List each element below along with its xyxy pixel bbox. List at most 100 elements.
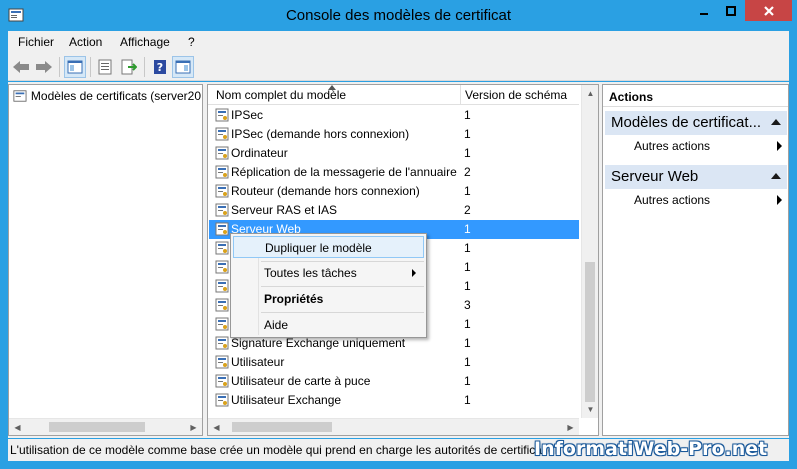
help-button[interactable]: ? xyxy=(149,56,171,78)
back-button[interactable] xyxy=(10,56,32,78)
scroll-down-arrow-icon[interactable]: ▼ xyxy=(582,401,599,418)
certificate-template-icon xyxy=(215,108,229,122)
table-row[interactable]: IPSec (demande hors connexion) 1 xyxy=(209,125,579,144)
scroll-right-arrow-icon[interactable]: ▶ xyxy=(185,419,202,436)
actions-pane-icon xyxy=(175,60,191,74)
template-name: Ordinateur xyxy=(231,146,288,160)
context-item-duplicate-template[interactable]: Dupliquer le modèle xyxy=(233,236,424,258)
show-hide-tree-button[interactable] xyxy=(64,56,86,78)
tree-item-root[interactable]: Modèles de certificats (server20 xyxy=(13,89,201,103)
context-menu-separator xyxy=(261,312,424,313)
template-name: Routeur (demande hors connexion) xyxy=(231,184,420,198)
table-row[interactable]: IPSec 1 xyxy=(209,106,579,125)
template-name: Serveur RAS et IAS xyxy=(231,203,338,217)
column-header-version[interactable]: Version de schéma xyxy=(465,88,567,102)
certificate-template-icon xyxy=(215,393,229,407)
certificate-template-icon xyxy=(215,317,229,331)
action-other-actions-serveur-web[interactable]: Autres actions xyxy=(634,193,784,207)
template-name: IPSec xyxy=(231,108,264,122)
menu-fichier[interactable]: Fichier xyxy=(18,35,54,49)
section-label: Modèles de certificat... xyxy=(611,114,762,131)
properties-list-button[interactable] xyxy=(94,56,116,78)
table-row[interactable]: Routeur (demande hors connexion) 1 xyxy=(209,182,579,201)
context-menu-separator xyxy=(261,286,424,287)
console-tree-icon xyxy=(67,60,83,74)
actions-section-serveur-web[interactable]: Serveur Web xyxy=(605,165,787,189)
certificate-template-icon xyxy=(215,260,229,274)
watermark-logo: InformatiWeb-Pro.net xyxy=(534,438,768,460)
column-divider[interactable] xyxy=(460,85,461,105)
column-header-name[interactable]: Nom complet du modèle xyxy=(216,88,346,102)
list-vertical-scrollbar[interactable]: ▲ ▼ xyxy=(581,85,598,418)
certificate-template-icon xyxy=(215,222,229,236)
table-row[interactable]: Réplication de la messagerie de l'annuai… xyxy=(209,163,579,182)
template-name: Réplication de la messagerie de l'annuai… xyxy=(231,165,457,179)
context-item-all-tasks[interactable]: Toutes les tâches xyxy=(233,262,424,284)
section-label: Serveur Web xyxy=(611,168,699,185)
scroll-left-arrow-icon[interactable]: ◀ xyxy=(208,419,225,436)
menu-action[interactable]: Action xyxy=(69,35,102,49)
certificate-template-icon xyxy=(215,165,229,179)
schema-version: 1 xyxy=(464,279,471,293)
menu-bar: Fichier Action Affichage ? xyxy=(8,31,789,53)
certificate-template-icon xyxy=(215,374,229,388)
close-icon xyxy=(763,5,774,16)
scroll-left-arrow-icon[interactable]: ◀ xyxy=(9,419,26,436)
schema-version: 3 xyxy=(464,298,471,312)
collapse-up-icon[interactable] xyxy=(771,119,781,125)
scroll-right-arrow-icon[interactable]: ▶ xyxy=(562,419,579,436)
list-header: Nom complet du modèle Version de schéma xyxy=(208,85,579,105)
menu-affichage[interactable]: Affichage xyxy=(120,35,170,49)
action-label: Autres actions xyxy=(634,193,711,207)
menu-help[interactable]: ? xyxy=(188,35,195,49)
scroll-thumb[interactable] xyxy=(232,422,332,432)
actions-section-templates[interactable]: Modèles de certificat... xyxy=(605,111,787,135)
minimize-icon xyxy=(700,12,708,15)
show-actions-pane-button[interactable] xyxy=(172,56,194,78)
table-row[interactable]: Serveur RAS et IAS 2 xyxy=(209,201,579,220)
certificate-template-icon xyxy=(215,127,229,141)
title-bar[interactable]: Console des modèles de certificat xyxy=(0,0,797,31)
actions-title: Actions xyxy=(603,85,788,107)
schema-version: 1 xyxy=(464,393,471,407)
scroll-up-arrow-icon[interactable]: ▲ xyxy=(582,85,599,102)
schema-version: 1 xyxy=(464,222,471,236)
collapse-up-icon[interactable] xyxy=(771,173,781,179)
schema-version: 1 xyxy=(464,317,471,331)
forward-arrow-icon xyxy=(36,61,52,73)
schema-version: 1 xyxy=(464,355,471,369)
table-row[interactable]: Utilisateur 1 xyxy=(209,353,579,372)
schema-version: 2 xyxy=(464,165,471,179)
context-item-help[interactable]: Aide xyxy=(233,314,424,336)
schema-version: 1 xyxy=(464,146,471,160)
scroll-thumb[interactable] xyxy=(49,422,145,432)
forward-button[interactable] xyxy=(33,56,55,78)
export-list-button[interactable] xyxy=(118,56,140,78)
maximize-button[interactable] xyxy=(718,0,744,21)
help-icon: ? xyxy=(154,60,166,74)
action-other-actions-templates[interactable]: Autres actions xyxy=(634,139,784,153)
submenu-arrow-icon xyxy=(412,269,416,277)
context-item-properties[interactable]: Propriétés xyxy=(233,288,424,310)
minimize-button[interactable] xyxy=(691,0,717,21)
certificate-template-icon xyxy=(215,298,229,312)
actions-pane: Actions Modèles de certificat... Autres … xyxy=(602,84,789,436)
table-row[interactable]: Utilisateur Exchange 1 xyxy=(209,391,579,410)
table-row[interactable]: Ordinateur 1 xyxy=(209,144,579,163)
certificate-template-icon xyxy=(215,184,229,198)
toolbar: ? xyxy=(8,53,789,81)
schema-version: 1 xyxy=(464,184,471,198)
scroll-thumb[interactable] xyxy=(585,262,595,402)
tree-horizontal-scrollbar[interactable]: ◀ ▶ xyxy=(9,418,202,435)
table-row[interactable]: Utilisateur de carte à puce 1 xyxy=(209,372,579,391)
toolbar-separator xyxy=(90,57,91,77)
action-label: Autres actions xyxy=(634,139,711,153)
certificate-template-icon xyxy=(215,279,229,293)
tree-item-label: Modèles de certificats (server20 xyxy=(30,89,201,103)
toolbar-separator xyxy=(144,57,145,77)
list-horizontal-scrollbar[interactable]: ◀ ▶ xyxy=(208,418,579,435)
schema-version: 1 xyxy=(464,108,471,122)
template-name: Utilisateur Exchange xyxy=(231,393,342,407)
close-button[interactable] xyxy=(745,0,792,21)
export-icon xyxy=(121,59,137,75)
